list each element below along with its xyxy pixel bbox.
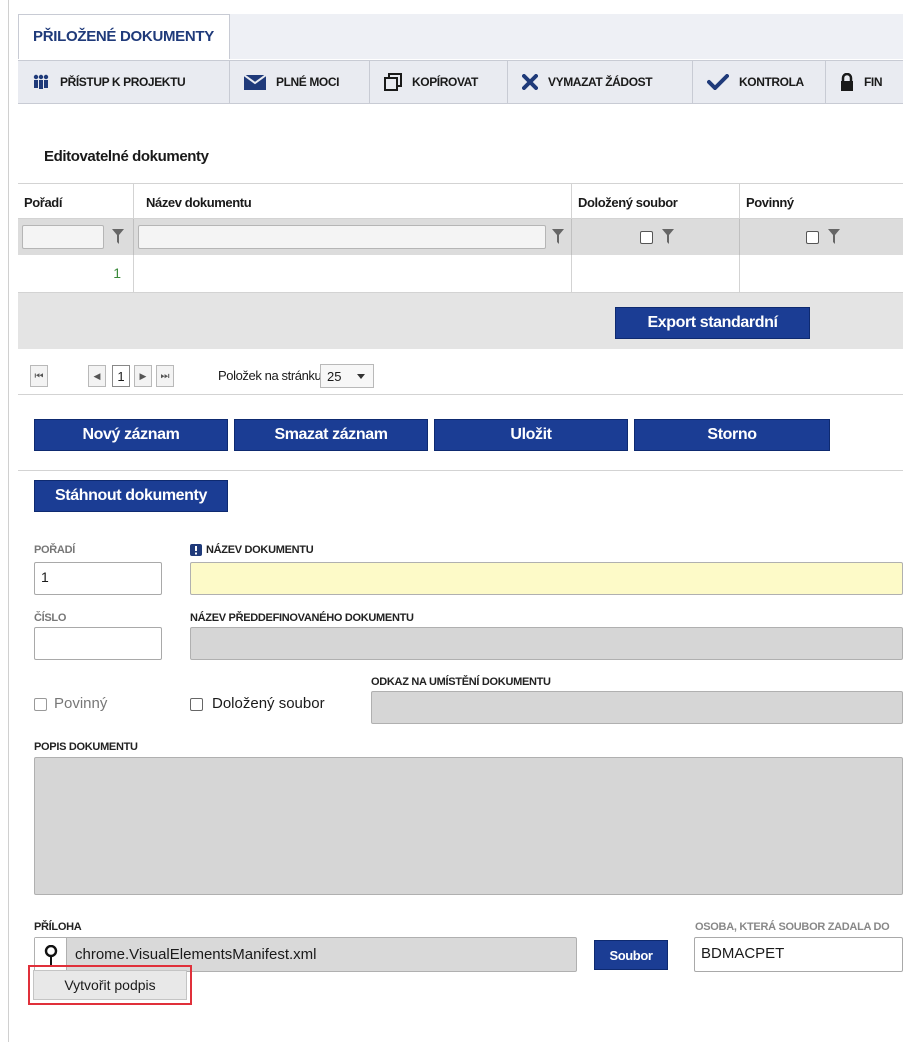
nazev-label: NÁZEV DOKUMENTU	[206, 544, 314, 556]
check-icon	[707, 74, 729, 90]
filter-checkbox-dolozeny[interactable]	[640, 231, 653, 244]
toolbar-label: PŘÍSTUP K PROJEKTU	[60, 75, 186, 89]
copy-icon	[384, 73, 402, 91]
grid-header: Pořadí Název dokumentu Doložený soubor P…	[18, 183, 903, 219]
cross-icon	[522, 74, 538, 90]
cislo-input[interactable]	[34, 627, 162, 660]
nazev-input[interactable]	[190, 562, 903, 595]
lock-icon	[841, 73, 853, 91]
odkaz-input	[371, 691, 903, 724]
signature-highlight: Vytvořit podpis	[28, 965, 192, 1005]
export-standard-button[interactable]: Export standardní	[615, 307, 810, 339]
filter-funnel-icon[interactable]	[662, 229, 674, 244]
cancel-button[interactable]: Storno	[634, 419, 830, 451]
tab-prilozene-dokumenty[interactable]: PŘILOŽENÉ DOKUMENTY	[18, 14, 230, 59]
odkaz-label: ODKAZ NA UMÍSTĚNÍ DOKUMENTU	[371, 676, 551, 688]
osoba-label: OSOBA, KTERÁ SOUBOR ZADALA DO	[695, 921, 890, 933]
delete-record-button[interactable]: Smazat záznam	[234, 419, 428, 451]
per-page-select[interactable]: 25	[320, 364, 374, 388]
people-icon	[33, 74, 49, 89]
prev-page-button[interactable]: ◀	[88, 365, 106, 387]
poradi-input[interactable]: 1	[34, 562, 162, 595]
toolbar-label: VYMAZAT ŽÁDOST	[548, 75, 653, 89]
per-page-value: 25	[327, 369, 342, 384]
toolbar-label: KOPÍROVAT	[412, 75, 478, 89]
dolozeny-label: Doložený soubor	[212, 695, 325, 712]
filter-checkbox-povinny[interactable]	[806, 231, 819, 244]
cell-poradi: 1	[18, 255, 134, 292]
povinny-label: Povinný	[54, 695, 108, 712]
toolbar-vymazat-zadost[interactable]: VYMAZAT ŽÁDOST	[508, 61, 693, 103]
cell-nazev	[134, 255, 572, 292]
save-button[interactable]: Uložit	[434, 419, 628, 451]
grid-footer: Export standardní	[18, 293, 903, 349]
toolbar-kopirovat[interactable]: KOPÍROVAT	[370, 61, 508, 103]
toolbar: PŘÍSTUP K PROJEKTU PLNÉ MOCI KOPÍROVAT V…	[18, 60, 903, 104]
filter-input-nazev[interactable]	[138, 225, 546, 249]
osoba-input[interactable]: BDMACPET	[694, 937, 903, 972]
filter-funnel-icon[interactable]	[112, 229, 124, 244]
grid-filter-row	[18, 219, 903, 255]
column-header-nazev[interactable]: Název dokumentu	[134, 184, 572, 218]
filter-input-poradi[interactable]	[22, 225, 104, 249]
toolbar-label: KONTROLA	[739, 75, 804, 89]
tab-bar: PŘILOŽENÉ DOKUMENTY	[18, 14, 903, 59]
next-page-button[interactable]: ▶	[134, 365, 152, 387]
required-icon	[190, 544, 202, 556]
envelope-icon	[244, 74, 266, 90]
cislo-label: ČÍSLO	[34, 612, 67, 624]
toolbar-label: PLNÉ MOCI	[276, 75, 340, 89]
column-header-poradi[interactable]: Pořadí	[18, 184, 134, 218]
predef-label: NÁZEV PŘEDDEFINOVANÉHO DOKUMENTU	[190, 612, 414, 624]
filter-funnel-icon[interactable]	[828, 229, 840, 244]
cell-dolozeny	[572, 255, 740, 292]
popis-textarea	[34, 757, 903, 895]
download-documents-button[interactable]: Stáhnout dokumenty	[34, 480, 228, 512]
dolozeny-checkbox[interactable]	[190, 698, 203, 711]
priloha-label: PŘÍLOHA	[34, 921, 82, 933]
poradi-label: POŘADÍ	[34, 544, 75, 556]
priloha-filename: chrome.VisualElementsManifest.xml	[75, 946, 317, 963]
pin-icon	[44, 945, 58, 965]
predef-input	[190, 627, 903, 660]
povinny-checkbox[interactable]	[34, 698, 47, 711]
toolbar-label: FIN	[864, 75, 883, 89]
documents-grid: Pořadí Název dokumentu Doložený soubor P…	[18, 183, 903, 349]
pager: ⏮ ◀ 1 ▶ ⏭ Položek na stránku 25	[18, 349, 903, 395]
table-row[interactable]: 1	[18, 255, 903, 293]
toolbar-fin[interactable]: FIN	[826, 61, 896, 103]
chevron-down-icon	[357, 374, 365, 379]
column-header-povinny[interactable]: Povinný	[740, 184, 903, 218]
section-title: Editovatelné dokumenty	[44, 148, 209, 165]
filter-funnel-icon[interactable]	[552, 229, 564, 244]
last-page-button[interactable]: ⏭	[156, 365, 174, 387]
per-page-label: Položek na stránku	[218, 368, 322, 383]
new-record-button[interactable]: Nový záznam	[34, 419, 228, 451]
cell-povinny	[740, 255, 903, 292]
current-page[interactable]: 1	[112, 365, 130, 387]
divider	[18, 470, 903, 471]
soubor-button[interactable]: Soubor	[594, 940, 668, 970]
toolbar-plne-moci[interactable]: PLNÉ MOCI	[230, 61, 370, 103]
toolbar-pristup-k-projektu[interactable]: PŘÍSTUP K PROJEKTU	[18, 61, 230, 103]
first-page-button[interactable]: ⏮	[30, 365, 48, 387]
column-header-dolozeny[interactable]: Doložený soubor	[572, 184, 740, 218]
toolbar-kontrola[interactable]: KONTROLA	[693, 61, 826, 103]
create-signature-button[interactable]: Vytvořit podpis	[33, 970, 187, 1000]
popis-label: POPIS DOKUMENTU	[34, 741, 138, 753]
page-border	[8, 0, 9, 1042]
